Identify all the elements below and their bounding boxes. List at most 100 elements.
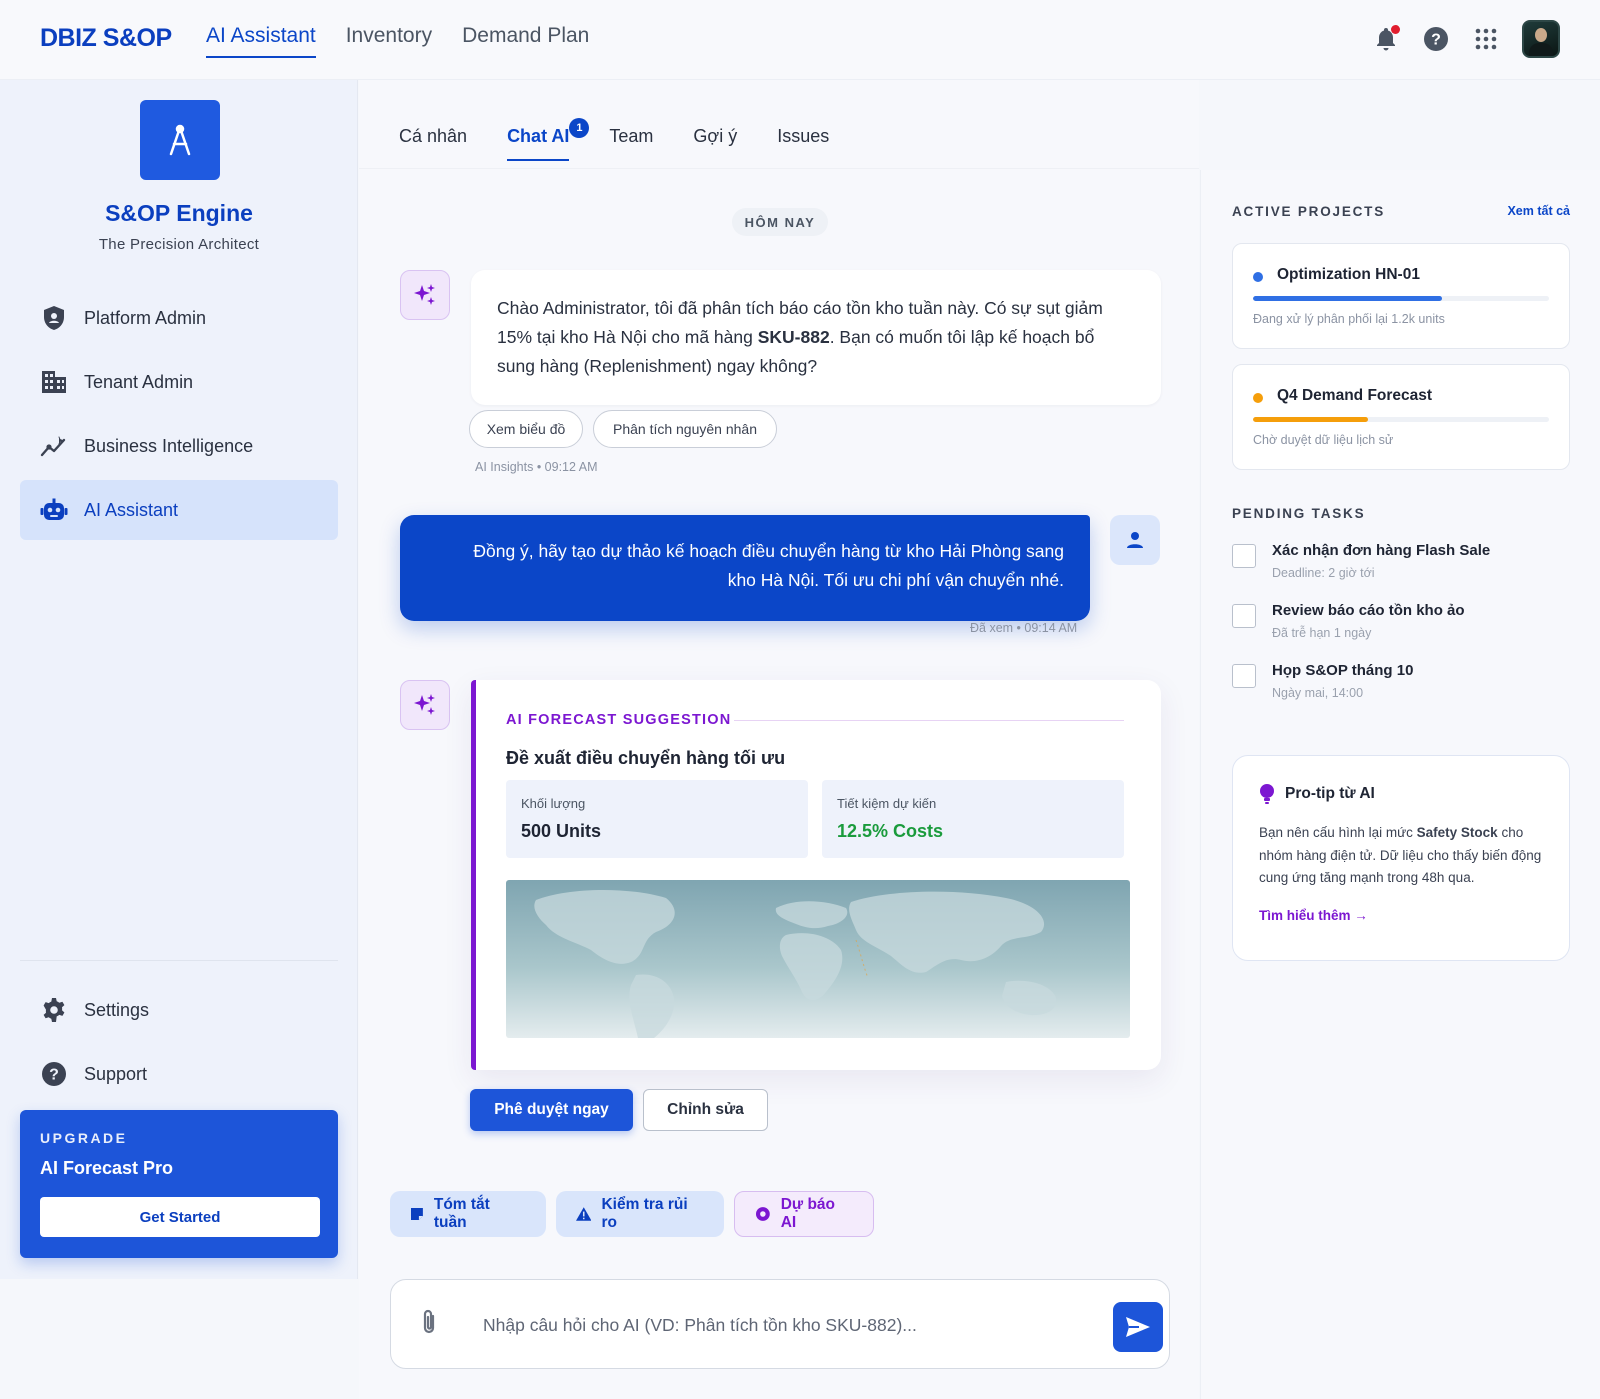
pending-tasks-title: PENDING TASKS <box>1232 506 1366 521</box>
stat-volume: Khối lượng 500 Units <box>506 780 808 858</box>
user-message-line-2: kho Hà Nội. Tối ưu chi phí vận chuyển nh… <box>727 570 1064 590</box>
sidebar-item-platform-admin[interactable]: Platform Admin <box>20 288 338 348</box>
robot-icon <box>40 496 68 524</box>
stat-value: 500 Units <box>521 821 602 841</box>
protip-header: Pro-tip từ AI <box>1259 784 1543 804</box>
send-icon <box>1126 1317 1150 1337</box>
stat-label: Tiết kiệm dự kiến <box>837 796 937 811</box>
see-all-link[interactable]: Xem tất cả <box>1507 204 1570 218</box>
view-chart-chip[interactable]: Xem biểu đồ <box>469 410 583 448</box>
project-desc: Chờ duyệt dữ liệu lịch sử <box>1253 433 1394 447</box>
bell-icon[interactable] <box>1372 25 1400 53</box>
shield-icon <box>40 304 68 332</box>
task-detail: Ngày mai, 14:00 <box>1272 686 1364 700</box>
note-icon <box>410 1208 423 1220</box>
sidebar-item-support[interactable]: ? Support <box>20 1044 338 1104</box>
protip-card: Pro-tip từ AI Bạn nên cấu hình lại mức S… <box>1232 755 1570 961</box>
day-separator: HÔM NAY <box>732 208 828 236</box>
get-started-button[interactable]: Get Started <box>40 1197 320 1237</box>
send-button[interactable] <box>1113 1302 1163 1352</box>
project-status-dot <box>1253 272 1263 282</box>
topnav-ai-assistant[interactable]: AI Assistant <box>206 24 316 58</box>
risk-check-button[interactable]: Kiểm tra rủi ro <box>556 1191 724 1237</box>
upgrade-card: UPGRADE AI Forecast Pro Get Started <box>20 1110 338 1258</box>
topnav-inventory[interactable]: Inventory <box>346 24 432 58</box>
task-checkbox[interactable] <box>1232 604 1256 628</box>
tab-team[interactable]: Team <box>609 126 653 161</box>
tab-ca-nhan[interactable]: Cá nhân <box>399 126 467 161</box>
task-checkbox[interactable] <box>1232 664 1256 688</box>
sidebar: S&OP Engine The Precision Architect Plat… <box>0 80 358 1279</box>
user-avatar[interactable] <box>1522 20 1560 58</box>
sidebar-item-settings[interactable]: Settings <box>20 980 338 1040</box>
tab-goi-y[interactable]: Gợi ý <box>693 126 737 161</box>
topnav-demand-plan[interactable]: Demand Plan <box>462 24 589 58</box>
weekly-summary-button[interactable]: Tóm tắt tuần <box>390 1191 546 1237</box>
main-chat-area: Cá nhân Chat AI 1 Team Gợi ý Issues HÔM … <box>359 80 1199 1399</box>
project-progress-fill <box>1253 417 1369 422</box>
edit-button[interactable]: Chỉnh sửa <box>643 1089 768 1131</box>
user-message-line-1: Đồng ý, hãy tạo dự thảo kế hoạch điều ch… <box>473 541 1064 561</box>
stat-value: 12.5% Costs <box>837 821 944 841</box>
user-icon <box>1110 515 1160 565</box>
sidebar-item-business-intelligence[interactable]: Business Intelligence <box>20 416 338 476</box>
sidebar-divider <box>20 960 338 961</box>
right-panel: ACTIVE PROJECTS Xem tất cả Optimization … <box>1200 170 1600 1399</box>
task-name: Review báo cáo tồn kho ảo <box>1272 602 1465 619</box>
project-progress-track <box>1253 417 1549 422</box>
tabs: Cá nhân Chat AI 1 Team Gợi ý Issues <box>399 118 829 161</box>
sparkle-icon <box>400 680 450 730</box>
approve-button[interactable]: Phê duyệt ngay <box>470 1089 633 1131</box>
sidebar-item-label: AI Assistant <box>84 499 179 520</box>
suggestion-eyebrow: AI FORECAST SUGGESTION <box>506 712 732 728</box>
apps-grid-icon[interactable] <box>1472 25 1500 53</box>
tab-chat-ai[interactable]: Chat AI 1 <box>507 118 590 161</box>
brand-logo[interactable]: DBIZ S&OP <box>40 24 172 53</box>
project-progress-fill <box>1253 296 1443 301</box>
project-card[interactable]: Q4 Demand Forecast Chờ duyệt dữ liệu lịc… <box>1232 364 1570 470</box>
forecast-suggestion-card: AI FORECAST SUGGESTION Đề xuất điều chuy… <box>471 680 1161 1070</box>
chat-composer <box>390 1279 1170 1369</box>
task-detail: Deadline: 2 giờ tới <box>1272 566 1375 580</box>
task-detail: Đã trễ hạn 1 ngày <box>1272 626 1372 640</box>
tab-label: Chat AI <box>507 126 570 146</box>
task-name: Họp S&OP tháng 10 <box>1272 662 1414 679</box>
top-nav: AI Assistant Inventory Demand Plan <box>206 24 589 58</box>
tab-issues[interactable]: Issues <box>777 126 829 161</box>
quick-action-label: Dự báo AI <box>780 1196 836 1231</box>
ai-message-bubble: Chào Administrator, tôi đã phân tích báo… <box>471 270 1161 405</box>
active-projects-title: ACTIVE PROJECTS <box>1232 204 1386 219</box>
sidebar-item-label: Settings <box>84 999 150 1020</box>
upgrade-title: AI Forecast Pro <box>40 1158 174 1178</box>
paperclip-icon[interactable] <box>419 1308 439 1341</box>
sidebar-item-label: Platform Admin <box>84 307 207 328</box>
suggestion-divider <box>734 720 1124 721</box>
ai-forecast-button[interactable]: Dự báo AI <box>734 1191 874 1237</box>
ai-brain-icon <box>755 1207 770 1221</box>
svg-text:?: ? <box>1431 32 1441 49</box>
project-name: Q4 Demand Forecast <box>1277 387 1433 404</box>
protip-body: Bạn nên cấu hình lại mức Safety Stock ch… <box>1259 822 1543 890</box>
project-status-dot <box>1253 393 1263 403</box>
quick-action-label: Kiểm tra rủi ro <box>601 1196 688 1231</box>
task-checkbox[interactable] <box>1232 544 1256 568</box>
suggestion-title: Đề xuất điều chuyển hàng tối ưu <box>506 748 786 768</box>
chat-input[interactable] <box>483 1310 1083 1340</box>
sidebar-item-tenant-admin[interactable]: Tenant Admin <box>20 352 338 412</box>
project-card[interactable]: Optimization HN-01 Đang xử lý phân phối … <box>1232 243 1570 349</box>
building-icon <box>40 368 68 396</box>
quick-action-label: Tóm tắt tuần <box>433 1196 490 1231</box>
learn-more-link[interactable]: Tìm hiểu thêm → <box>1259 908 1543 923</box>
user-message-meta: Đã xem • 09:14 AM <box>970 621 1078 635</box>
sparkle-icon <box>400 270 450 320</box>
protip-text: Bạn nên cấu hình lại mức <box>1259 825 1417 840</box>
task-item: Xác nhận đơn hàng Flash Sale Deadline: 2… <box>1232 542 1572 592</box>
tabs-divider <box>359 168 1199 169</box>
sidebar-item-ai-assistant[interactable]: AI Assistant <box>20 480 338 540</box>
help-icon: ? <box>40 1060 68 1088</box>
help-icon[interactable]: ? <box>1422 25 1450 53</box>
task-item: Họp S&OP tháng 10 Ngày mai, 14:00 <box>1232 662 1572 712</box>
root-cause-chip[interactable]: Phân tích nguyên nhân <box>593 410 777 448</box>
ai-message-meta: AI Insights • 09:12 AM <box>475 460 598 474</box>
sidebar-subtitle: The Precision Architect <box>98 236 260 253</box>
